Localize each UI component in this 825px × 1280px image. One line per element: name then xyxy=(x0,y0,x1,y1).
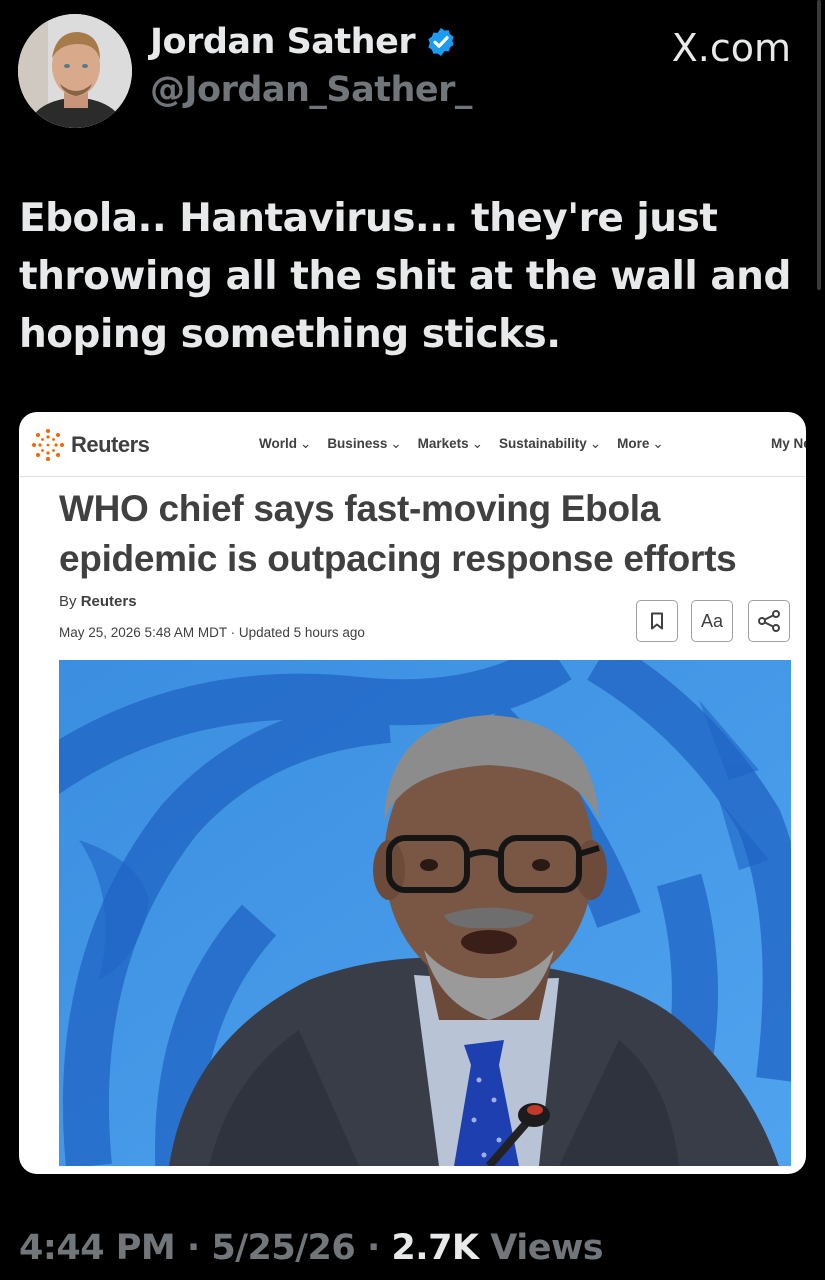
bookmark-button[interactable] xyxy=(636,600,678,642)
article-card[interactable]: Reuters World ⌄ Business ⌄ Markets ⌄ Sustai… xyxy=(19,412,806,1174)
reuters-logo-text: Reuters xyxy=(71,432,150,457)
x-com-watermark: X.com xyxy=(671,26,791,70)
tweet-time[interactable]: 4:44 PM xyxy=(19,1228,176,1268)
meta-separator: · xyxy=(186,1228,200,1268)
article-photo-illustration xyxy=(59,660,791,1166)
nav-divider xyxy=(19,476,806,477)
author-name[interactable]: Jordan Sather xyxy=(150,22,457,62)
views-label: Views xyxy=(490,1228,604,1268)
article-nav: World ⌄ Business ⌄ Markets ⌄ Sustainability… xyxy=(259,436,664,452)
verified-badge-icon xyxy=(428,28,454,56)
nav-more[interactable]: More ⌄ xyxy=(617,436,664,452)
font-size-label: Aa xyxy=(700,610,724,631)
nav-sustainability-label: Sustainability xyxy=(499,436,587,451)
tweet-meta: 4:44 PM · 5/25/26 · 2.7K Views xyxy=(19,1228,604,1268)
nav-markets-label: Markets xyxy=(417,436,469,451)
reuters-logo: Reuters xyxy=(31,428,150,462)
author-avatar[interactable] xyxy=(18,14,132,128)
share-icon xyxy=(758,610,780,632)
scrollbar[interactable] xyxy=(817,0,821,290)
chevron-down-icon: ⌄ xyxy=(390,436,402,451)
chevron-down-icon: ⌄ xyxy=(589,436,602,451)
tweet-date[interactable]: 5/25/26 xyxy=(211,1228,355,1268)
nav-business-label: Business xyxy=(327,436,388,451)
share-button[interactable] xyxy=(748,600,790,642)
article-byline: By Reuters xyxy=(59,593,137,610)
byline-author[interactable]: Reuters xyxy=(81,593,137,610)
tweet-text: Ebola.. Hantavirus... they're just throw… xyxy=(19,196,791,357)
nav-sustainability[interactable]: Sustainability ⌄ xyxy=(499,436,601,452)
nav-markets[interactable]: Markets ⌄ xyxy=(418,436,483,452)
author-name-text: Jordan Sather xyxy=(150,22,416,62)
views-count: 2.7K xyxy=(391,1228,479,1268)
nav-my-news[interactable]: My Ne xyxy=(771,436,806,451)
meta-separator: · xyxy=(366,1228,380,1268)
reuters-logo-icon xyxy=(32,429,64,461)
bookmark-icon xyxy=(651,612,663,630)
chevron-down-icon: ⌄ xyxy=(471,436,483,451)
chevron-down-icon: ⌄ xyxy=(300,436,312,451)
article-dateline: May 25, 2026 5:48 AM MDT · Updated 5 hou… xyxy=(59,625,365,640)
font-size-button[interactable]: Aa xyxy=(691,600,733,642)
nav-more-label: More xyxy=(617,436,650,451)
nav-business[interactable]: Business ⌄ xyxy=(327,436,401,452)
author-handle[interactable]: @Jordan_Sather_ xyxy=(150,70,472,110)
byline-prefix: By xyxy=(59,593,77,610)
article-headline: WHO chief says fast-moving Ebola epidemi… xyxy=(59,488,737,579)
nav-world-label: World xyxy=(259,436,297,451)
chevron-down-icon: ⌄ xyxy=(652,436,664,451)
nav-world[interactable]: World ⌄ xyxy=(259,436,311,452)
article-photo[interactable] xyxy=(59,660,791,1166)
